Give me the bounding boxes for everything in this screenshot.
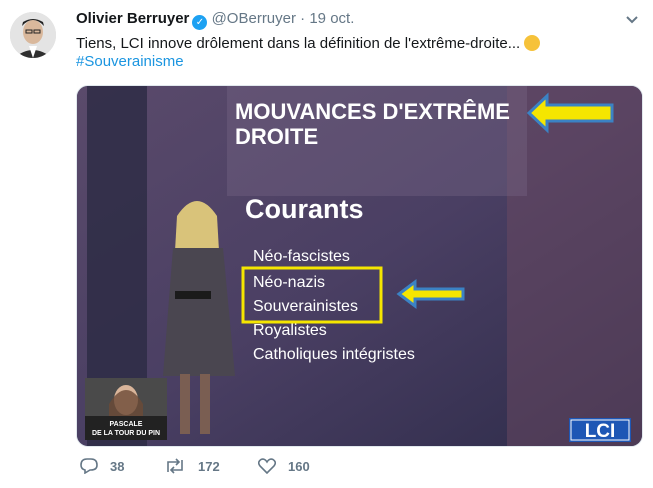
thinking-face-icon <box>524 35 541 51</box>
lci-logo: LCI <box>569 418 631 442</box>
reply-button[interactable]: 38 <box>80 458 124 474</box>
like-button[interactable]: 160 <box>258 458 310 474</box>
current-item-4: Catholiques intégristes <box>253 346 415 363</box>
headline-line1: MOUVANCES D'EXTRÊME <box>235 99 510 124</box>
tweet-date[interactable]: 19 oct. <box>309 10 354 27</box>
header-separator: · <box>300 10 306 27</box>
inset-caption-line2: DE LA TOUR DU PIN <box>92 430 160 437</box>
tweet-body: Tiens, LCI innove drôlement dans la défi… <box>76 35 521 52</box>
tweet-media[interactable]: MOUVANCES D'EXTRÊME DROITE Courants Néo-… <box>76 85 643 447</box>
section-title: Courants <box>245 194 364 224</box>
inset-caption-line1: PASCALE <box>110 421 143 428</box>
heart-icon <box>258 458 276 474</box>
lci-logo-text: LCI <box>585 421 616 442</box>
retweet-icon <box>167 458 183 474</box>
retweet-button[interactable]: 172 <box>164 458 220 474</box>
speaker-inset: PASCALE DE LA TOUR DU PIN <box>85 378 167 440</box>
author-avatar[interactable] <box>10 12 56 58</box>
author-handle[interactable]: @OBerruyer <box>212 10 296 27</box>
hashtag-link[interactable]: #Souverainisme <box>76 53 184 70</box>
author-name[interactable]: Olivier Berruyer <box>76 10 189 27</box>
like-count: 160 <box>288 458 310 474</box>
media-frame: MOUVANCES D'EXTRÊME DROITE Courants Néo-… <box>77 86 642 446</box>
tweet-text: Tiens, LCI innove drôlement dans la défi… <box>76 33 636 54</box>
tweet-actions: 38 172 160 <box>76 458 476 478</box>
current-item-3: Royalistes <box>253 322 327 339</box>
avatar-portrait <box>10 12 56 58</box>
current-item-0: Néo-fascistes <box>253 248 350 265</box>
retweet-count: 172 <box>198 458 220 474</box>
chevron-down-icon[interactable] <box>625 12 639 28</box>
verified-badge-icon: ✓ <box>192 15 208 30</box>
current-item-1: Néo-nazis <box>253 274 325 291</box>
headline-line2: DROITE <box>235 124 318 149</box>
current-item-2: Souverainistes <box>253 298 358 315</box>
reply-count: 38 <box>110 458 125 474</box>
reply-icon <box>80 458 98 474</box>
tweet-header: Olivier Berruyer ✓ @OBerruyer · 19 oct. <box>76 10 354 30</box>
